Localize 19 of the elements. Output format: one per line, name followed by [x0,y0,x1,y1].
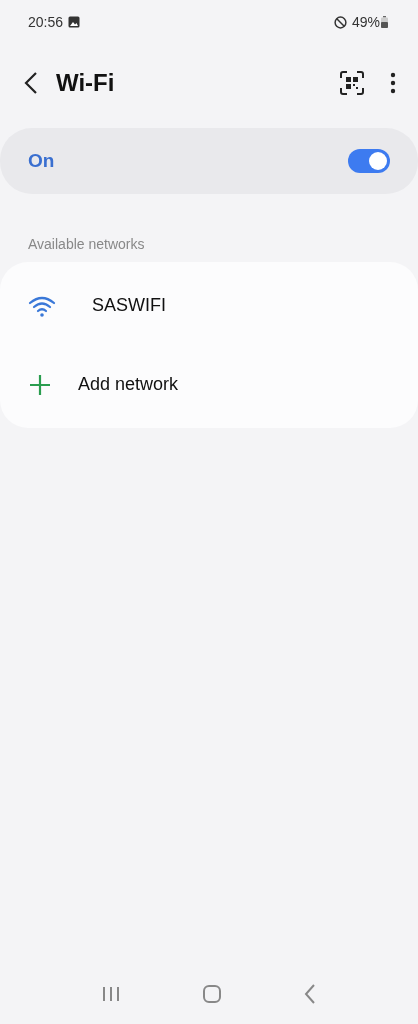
wifi-icon [28,294,56,317]
page-title: Wi-Fi [56,69,116,97]
more-options-button[interactable] [390,72,396,94]
add-network-item[interactable]: Add network [0,345,418,424]
image-icon [68,16,81,28]
toggle-switch[interactable] [348,149,390,173]
back-button[interactable] [24,71,38,95]
home-button[interactable] [203,985,221,1003]
qr-scan-button[interactable] [340,71,364,95]
do-not-disturb-icon [333,15,347,29]
switch-label: On [28,150,55,172]
network-item[interactable]: SASWIFI [0,266,418,345]
battery-icon [381,16,388,28]
back-nav-button[interactable] [304,984,317,1004]
status-time: 20:56 [28,14,64,30]
plus-icon [28,372,52,397]
section-header: Available networks [27,236,146,252]
battery-percent: 49% [351,14,380,30]
recent-apps-button[interactable] [101,986,120,1002]
